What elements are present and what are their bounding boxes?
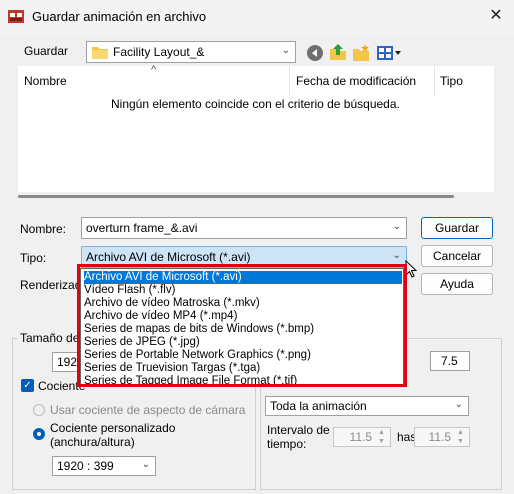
file-name-input[interactable]: overturn frame_&.avi ⌄ xyxy=(81,217,407,239)
new-folder-icon[interactable] xyxy=(352,44,370,62)
empty-message: Ningún elemento coincide con el criterio… xyxy=(111,97,400,111)
custom-ratio-radio[interactable] xyxy=(33,428,45,440)
scrollbar-thumb[interactable] xyxy=(18,195,454,198)
chevron-down-icon[interactable]: ⌄ xyxy=(142,459,150,470)
cancel-button[interactable]: Cancelar xyxy=(421,245,493,267)
type-label: Tipo: xyxy=(20,251,47,265)
app-icon xyxy=(8,10,24,23)
close-button[interactable]: ✕ xyxy=(484,4,508,28)
back-icon[interactable] xyxy=(306,44,324,62)
folder-combo[interactable]: Facility Layout_& ⌄ xyxy=(86,41,296,63)
ratio-select[interactable]: 1920 : 399 ⌄ xyxy=(52,456,156,476)
folder-name: Facility Layout_& xyxy=(113,45,205,59)
camera-ratio-radio[interactable] xyxy=(33,404,45,416)
time-range-select[interactable]: Toda la animación ⌄ xyxy=(265,396,469,416)
name-label: Nombre: xyxy=(20,222,67,236)
column-header-type[interactable]: Tipo xyxy=(440,74,463,88)
view-menu-icon[interactable] xyxy=(376,44,402,62)
spin-up-icon[interactable]: ▲ xyxy=(457,429,467,437)
file-list[interactable]: ^ Nombre Fecha de modificación Tipo Ning… xyxy=(18,64,494,192)
column-divider xyxy=(434,66,435,96)
spin-up-icon[interactable]: ▲ xyxy=(378,429,388,437)
sort-indicator-icon: ^ xyxy=(151,64,157,76)
ratio-value: 1920 : 399 xyxy=(57,459,114,473)
folder-icon xyxy=(92,47,108,59)
column-header-name[interactable]: Nombre xyxy=(24,74,67,88)
interval-to-value: 11.5 xyxy=(428,430,451,444)
fps-value: 7.5 xyxy=(441,354,458,368)
camera-ratio-label: Usar cociente de aspecto de cámara xyxy=(50,403,246,417)
custom-ratio-label: Cociente personalizado xyxy=(50,421,176,435)
column-header-date[interactable]: Fecha de modificación xyxy=(296,74,416,88)
spin-down-icon[interactable]: ▼ xyxy=(378,438,388,446)
chevron-down-icon[interactable]: ⌄ xyxy=(393,221,401,232)
column-divider xyxy=(289,66,290,96)
title-bar: Guardar animación en archivo ✕ xyxy=(0,0,514,34)
custom-ratio-label-2: (anchura/altura) xyxy=(50,435,135,449)
file-type-value: Archivo AVI de Microsoft (*.avi) xyxy=(86,250,251,264)
file-name-value: overturn frame_&.avi xyxy=(86,221,198,235)
interval-from-spinner[interactable]: 11.5 ▲ ▼ xyxy=(333,427,391,447)
chevron-down-icon[interactable]: ⌄ xyxy=(455,399,463,410)
ratio-checkbox[interactable]: ✓ xyxy=(21,379,34,392)
chevron-down-icon: ⌄ xyxy=(281,45,290,56)
spin-down-icon[interactable]: ▼ xyxy=(457,438,467,446)
interval-to-spinner[interactable]: 11.5 ▲ ▼ xyxy=(414,427,470,447)
window-title: Guardar animación en archivo xyxy=(32,9,207,24)
interval-from-value: 11.5 xyxy=(349,430,372,444)
fps-input[interactable]: 7.5 xyxy=(430,351,470,371)
save-in-label: Guardar xyxy=(24,44,69,58)
up-folder-icon[interactable] xyxy=(329,43,347,61)
help-button[interactable]: Ayuda xyxy=(421,273,493,295)
interval-label: Intervalo de xyxy=(267,423,330,437)
save-button[interactable]: Guardar xyxy=(421,217,493,239)
horizontal-scrollbar[interactable] xyxy=(18,192,494,202)
time-range-value: Toda la animación xyxy=(270,399,367,413)
size-group-title: Tamaño de xyxy=(18,331,82,345)
interval-label-2: tiempo: xyxy=(267,437,307,451)
chevron-down-icon[interactable]: ⌄ xyxy=(393,250,401,261)
highlight-box xyxy=(77,264,407,387)
render-label: Renderizad xyxy=(20,278,82,292)
